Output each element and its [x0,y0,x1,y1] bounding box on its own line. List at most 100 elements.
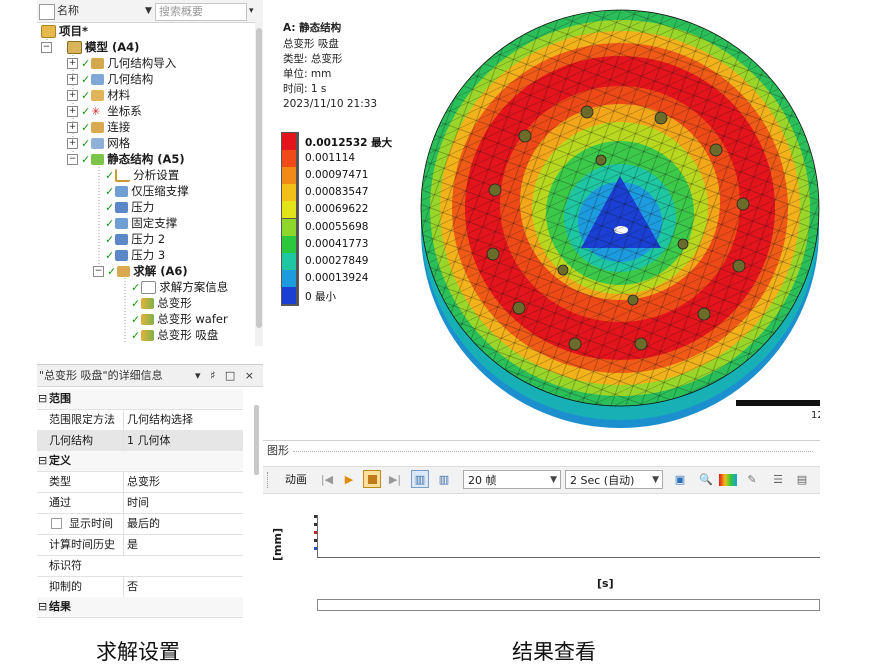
tree-item-project[interactable]: 项目* [41,23,88,39]
tree-search-input[interactable]: 搜索概要 [159,4,203,20]
tree-item-connections[interactable]: + ✓ 连接 [67,119,130,135]
legend-swatch [282,252,296,270]
prop-suppressed[interactable]: 抑制的 否 [37,576,243,598]
tree-item-mesh[interactable]: + ✓ 网格 [67,135,130,151]
total-deformation-icon [141,330,155,341]
tree-item-pressure[interactable]: ✓ 压力 [105,199,154,215]
result-frames-icon[interactable]: ▥ [435,471,453,489]
tree-item-compression-support[interactable]: ✓ 仅压缩支撑 [105,183,189,199]
tree-scrollbar[interactable] [255,22,263,346]
y-axis-label: [mm] [271,528,284,561]
expand-icon[interactable]: + [67,58,78,69]
tree-search-box[interactable]: 搜索概要 [155,3,247,21]
collapse-icon[interactable]: − [41,42,52,53]
collapse-icon[interactable]: − [67,154,78,165]
mesh-overlay [421,10,819,406]
graphics-viewport[interactable]: A: 静态结构 总变形 吸盘 类型: 总变形 单位: mm 时间: 1 s 20… [263,0,820,436]
tree-options-icon[interactable] [39,4,55,20]
y-tick [314,523,317,526]
table-icon[interactable]: ▤ [793,471,811,489]
compression-support-icon [115,186,129,197]
tree-column-dropdown-icon[interactable]: ▼ [145,3,152,19]
duration-select[interactable]: 2 Sec (自动) ▼ [565,470,663,489]
tree-item-pressure-3[interactable]: ✓ 压力 3 [105,247,165,263]
deformation-contour-plot[interactable] [413,8,820,436]
prop-scoping-method[interactable]: 范围限定方法 几何结构选择 [37,409,243,431]
tree-item-pressure-2[interactable]: ✓ 压力 2 [105,231,165,247]
expand-icon[interactable]: + [67,138,78,149]
collapse-icon[interactable]: ⊟ [38,597,47,617]
legend-label: 0.00041773 [305,237,369,250]
section-definition[interactable]: ⊟ 定义 [37,451,243,472]
tree-column-name[interactable]: 名称 [57,3,79,19]
previous-frame-icon[interactable]: |◀ [319,471,335,489]
fixed-support-icon [115,218,129,229]
expand-icon[interactable]: + [67,106,78,117]
materials-icon [91,90,105,101]
prop-by[interactable]: 通过 时间 [37,492,243,514]
contour-colors-icon[interactable] [719,474,737,486]
check-icon: ✓ [81,57,91,70]
collapse-icon[interactable]: − [93,266,104,277]
export-video-icon[interactable]: ▣ [671,471,689,489]
tree-item-total-deformation-chuck[interactable]: ✓ 总变形 吸盘 [131,327,218,343]
dropdown-arrow-icon: ▼ [652,475,659,485]
play-icon[interactable]: ▶ [341,471,357,489]
probe-icon[interactable]: ✎ [743,471,761,489]
expand-icon[interactable]: + [67,74,78,85]
time-scrubber[interactable] [317,599,820,611]
distributed-frames-icon[interactable]: ▥ [411,470,429,488]
check-icon: ✓ [81,73,91,86]
section-results[interactable]: ⊟ 结果 [37,597,243,618]
prop-type[interactable]: 类型 总变形 [37,471,243,493]
tree-item-model[interactable]: − 模型 (A4) [41,39,139,55]
prop-display-time[interactable]: 显示时间 最后的 [37,513,243,535]
zoom-icon[interactable]: 🔍 [697,471,715,489]
prop-geometry[interactable]: 几何结构 1 几何体 [37,430,243,452]
expand-icon[interactable]: + [67,90,78,101]
check-icon: ✓ [81,121,91,134]
collapse-icon[interactable]: ⊟ [38,451,47,471]
expand-icon[interactable]: + [67,122,78,133]
stop-button[interactable] [363,470,381,488]
y-tick [314,547,317,550]
mesh-icon [91,138,105,149]
tree-scrollbar-thumb[interactable] [256,28,262,328]
check-icon: ✓ [131,281,141,294]
tree-item-geometry[interactable]: + ✓ 几何结构 [67,71,153,87]
legend-swatch [282,201,296,219]
check-icon: ✓ [81,105,91,118]
tree-item-fixed-support[interactable]: ✓ 固定支撑 [105,215,177,231]
section-scope[interactable]: ⊟ 范围 [37,389,243,410]
coordinate-system-icon: ✳ [91,105,101,118]
total-deformation-icon [141,314,155,325]
details-scrollbar-thumb[interactable] [254,405,259,475]
tree-item-solution[interactable]: − ✓ 求解 (A6) [93,263,188,279]
tree-item-analysis-settings[interactable]: ✓ 分析设置 [105,167,179,183]
details-window-controls[interactable]: ▾ ♯ □ × [195,365,257,387]
tree-item-static-structural[interactable]: − ✓ 静态结构 (A5) [67,151,185,167]
history-chart-area[interactable] [314,515,820,558]
tree-item-total-deformation[interactable]: ✓ 总变形 [131,295,192,311]
tree-item-coordinate-systems[interactable]: + ✓✳ 坐标系 [67,103,142,119]
display-time-checkbox[interactable] [51,518,62,529]
check-icon: ✓ [105,169,115,182]
next-frame-icon[interactable]: ▶| [387,471,403,489]
check-icon: ✓ [105,249,115,262]
y-tick [314,515,317,518]
frames-select[interactable]: 20 帧 ▼ [463,470,561,489]
tree-item-total-deformation-wafer[interactable]: ✓ 总变形 wafer [131,311,228,327]
scale-bar [736,400,820,406]
prop-identifier[interactable]: 标识符 [37,555,243,577]
legend-swatch [282,286,296,304]
tree-header: 名称 ▼ 搜索概要 ▾ [37,0,263,23]
tree-item-materials[interactable]: + ✓ 材料 [67,87,130,103]
prop-calc-time-history[interactable]: 计算时间历史 是 [37,534,243,556]
collapse-icon[interactable]: ⊟ [38,389,47,409]
result-type: 类型: 总变形 [283,53,343,65]
tree-search-options-icon[interactable]: ▾ [249,3,254,19]
pressure-icon [115,250,129,261]
tree-item-geometry-import[interactable]: + ✓ 几何结构导入 [67,55,176,71]
tree-item-solution-information[interactable]: ✓ 求解方案信息 [131,279,228,295]
chart-settings-icon[interactable]: ☰ [769,471,787,489]
